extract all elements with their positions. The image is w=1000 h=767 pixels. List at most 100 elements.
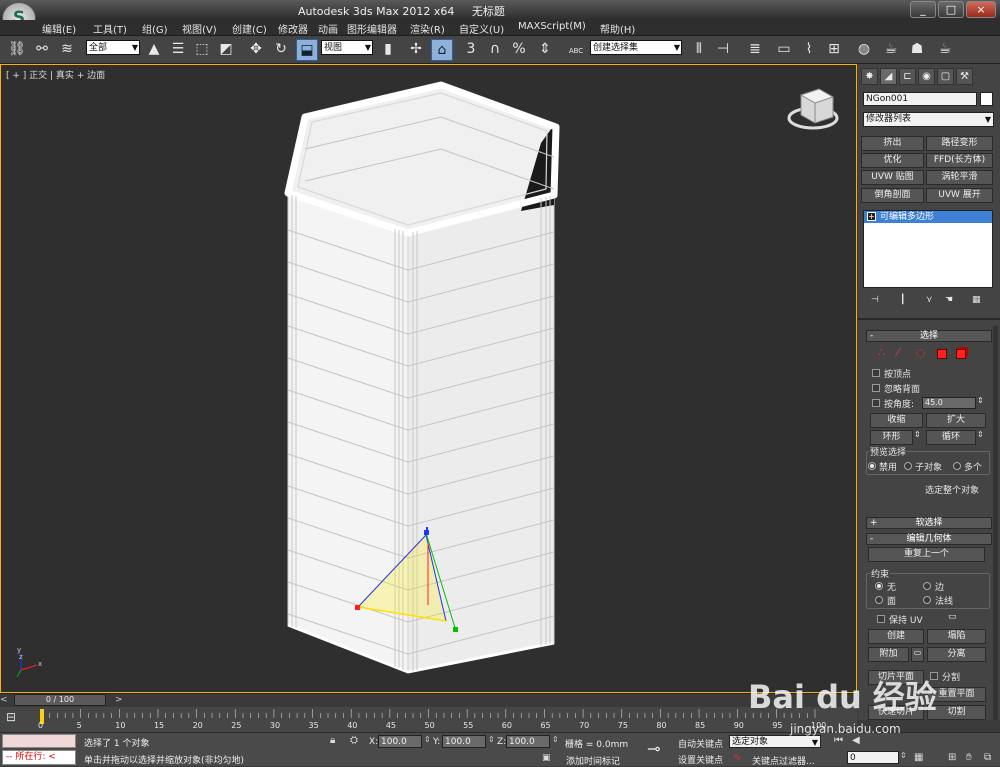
polygon-mode-icon[interactable] (937, 349, 947, 359)
ring-spinner-icon[interactable]: ⇕ (914, 430, 921, 439)
rollout-selection-header[interactable]: - 选择 (866, 330, 992, 342)
modify-tab-icon[interactable]: ◢ (880, 68, 897, 85)
prev-frame-icon[interactable]: ◀ (852, 735, 860, 746)
set-key-button[interactable]: 设置关键点 (678, 753, 723, 766)
edit-named-selection-icon[interactable]: ABC (565, 39, 587, 61)
utilities-tab-icon[interactable]: ⚒ (956, 68, 973, 85)
mod-btn-bevel-profile[interactable]: 倒角剖面 (861, 188, 924, 203)
ignore-backfacing-checkbox[interactable] (872, 384, 880, 392)
by-vertex-checkbox[interactable] (872, 369, 880, 377)
mod-btn-turbosmooth[interactable]: 涡轮平滑 (926, 170, 993, 185)
named-selection-dropdown[interactable]: 创建选择集 (590, 40, 682, 55)
menu-edit[interactable]: 编辑(E) (42, 21, 76, 36)
mod-btn-unwrap-uvw[interactable]: UVW 展开 (926, 188, 993, 203)
preview-multi-radio[interactable] (953, 462, 961, 470)
scale-icon[interactable]: ⬓ (296, 39, 318, 61)
vertex-mode-icon[interactable]: ∴ (878, 346, 885, 359)
menu-maxscript[interactable]: MAXScript(M) (518, 21, 586, 32)
menu-create[interactable]: 创建(C) (232, 21, 267, 36)
viewport-label[interactable]: [ + ] 正交 | 真实 + 边面 (6, 68, 105, 81)
angle-snap-icon[interactable]: ∩ (484, 39, 506, 61)
pan-view-icon[interactable]: ✋︎ (966, 752, 972, 763)
graphite-ribbon-icon[interactable]: ▭ (773, 39, 795, 61)
rendered-frame-icon[interactable]: ☗ (906, 39, 928, 61)
close-button[interactable]: × (966, 1, 996, 18)
constraint-face-radio[interactable] (875, 596, 883, 604)
view-cube-icon[interactable] (787, 88, 839, 130)
auto-key-selection-dropdown[interactable]: 选定对象 ▼ (729, 735, 821, 748)
window-crossing-icon[interactable]: ◩ (215, 39, 237, 61)
modifier-list-dropdown[interactable]: 修改器列表 ▼ (863, 112, 994, 127)
mod-btn-ffd-box[interactable]: FFD(长方体) (926, 153, 993, 168)
snaps-toggle-icon[interactable]: 3 (460, 39, 482, 61)
menu-group[interactable]: 组(G) (142, 21, 168, 36)
z-coord-field[interactable]: 100.0 (506, 735, 550, 748)
hierarchy-tab-icon[interactable]: ⊏ (899, 68, 916, 85)
display-tab-icon[interactable]: ▢ (937, 68, 954, 85)
zoom-extents-icon[interactable]: ⊞ (948, 752, 956, 763)
select-by-name-icon[interactable]: ☰ (167, 39, 189, 61)
constraint-normal-radio[interactable] (923, 596, 931, 604)
time-slider-next-icon[interactable]: > (115, 695, 123, 705)
link-icon[interactable]: ⛓ (6, 39, 28, 61)
time-slider-track[interactable]: < 0 / 100 > (0, 693, 857, 707)
maxscript-listener-top[interactable] (2, 734, 76, 748)
pivot-center-icon[interactable]: ▮ (377, 39, 399, 61)
pin-stack-icon[interactable]: ⊣ (871, 295, 879, 305)
keyboard-shortcut-override-icon[interactable]: ⌂ (431, 39, 453, 61)
y-coord-field[interactable]: 100.0 (442, 735, 486, 748)
render-production-icon[interactable]: ☕ (934, 39, 956, 61)
spinner-snap-icon[interactable]: ⇕ (534, 39, 556, 61)
create-tab-icon[interactable]: ✸ (861, 68, 878, 85)
minimize-button[interactable]: _ (910, 1, 936, 18)
add-time-tag-label[interactable]: 添加时间标记 (566, 754, 620, 767)
time-config-icon[interactable]: ▦ (914, 752, 923, 763)
reference-coordinate-dropdown[interactable]: 视图 (321, 40, 373, 55)
viewport-canvas[interactable]: z x y x z (1, 65, 858, 694)
object-name-field[interactable]: NGon001 (863, 92, 977, 106)
goto-start-icon[interactable]: ⏮ (834, 735, 843, 746)
attach-button[interactable]: 附加 (868, 647, 909, 662)
absolute-mode-icon[interactable]: ⛭ (350, 735, 358, 746)
maximize-viewport-icon[interactable]: ⧉ (984, 752, 991, 763)
unlink-icon[interactable]: ⚯ (31, 39, 53, 61)
edge-mode-icon[interactable]: ⁄ (897, 346, 899, 359)
angle-spinner-arrows-icon[interactable]: ⇕ (977, 396, 984, 405)
mod-btn-optimize[interactable]: 优化 (861, 153, 924, 168)
object-color-swatch[interactable] (980, 92, 993, 106)
key-filters-button[interactable]: 关键点过滤器... (752, 754, 815, 767)
selection-lock-icon[interactable]: 🔒︎ (330, 735, 335, 746)
constraint-none-radio[interactable] (875, 582, 883, 590)
time-slider-prev-icon[interactable]: < (0, 695, 8, 705)
maxscript-listener-field[interactable]: -- 所在行: < (2, 750, 76, 765)
mod-btn-extrude[interactable]: 挤出 (861, 136, 924, 151)
auto-key-button[interactable]: 自动关键点 (678, 737, 723, 750)
layer-manager-icon[interactable]: ≣ (744, 39, 766, 61)
schematic-view-icon[interactable]: ⊞ (823, 39, 845, 61)
current-frame-field[interactable]: 0 (847, 751, 899, 764)
angle-spinner[interactable]: 45.0 (922, 397, 976, 409)
select-object-icon[interactable]: ▲ (143, 39, 165, 61)
time-slider-thumb[interactable]: 0 / 100 (14, 694, 106, 706)
mirror-icon[interactable]: ⫴ (688, 39, 710, 61)
element-mode-icon[interactable] (956, 349, 966, 359)
x-spinner-icon[interactable]: ⇕ (424, 735, 431, 744)
frame-spinner-icon[interactable]: ⇕ (900, 751, 907, 760)
repeat-last-button[interactable]: 重复上一个 (868, 547, 985, 562)
show-end-result-icon[interactable]: ┃ (900, 295, 905, 305)
menu-help[interactable]: 帮助(H) (600, 21, 635, 36)
menu-tools[interactable]: 工具(T) (93, 21, 127, 36)
menu-rendering[interactable]: 渲染(R) (410, 21, 445, 36)
menu-graph-editors[interactable]: 图形编辑器 (347, 21, 397, 36)
y-spinner-icon[interactable]: ⇕ (488, 735, 495, 744)
time-tag-icon[interactable]: ▣ (542, 753, 551, 763)
x-coord-field[interactable]: 100.0 (378, 735, 422, 748)
panel-scrollbar[interactable] (993, 326, 998, 720)
constraint-edge-radio[interactable] (923, 582, 931, 590)
maximize-button[interactable]: □ (938, 1, 964, 18)
percent-snap-icon[interactable]: % (508, 39, 530, 61)
mod-btn-path-deform[interactable]: 路径变形 (926, 136, 993, 151)
z-spinner-icon[interactable]: ⇕ (552, 735, 559, 744)
mod-btn-uvw-map[interactable]: UVW 贴图 (861, 170, 924, 185)
align-icon[interactable]: ⊣ (712, 39, 734, 61)
